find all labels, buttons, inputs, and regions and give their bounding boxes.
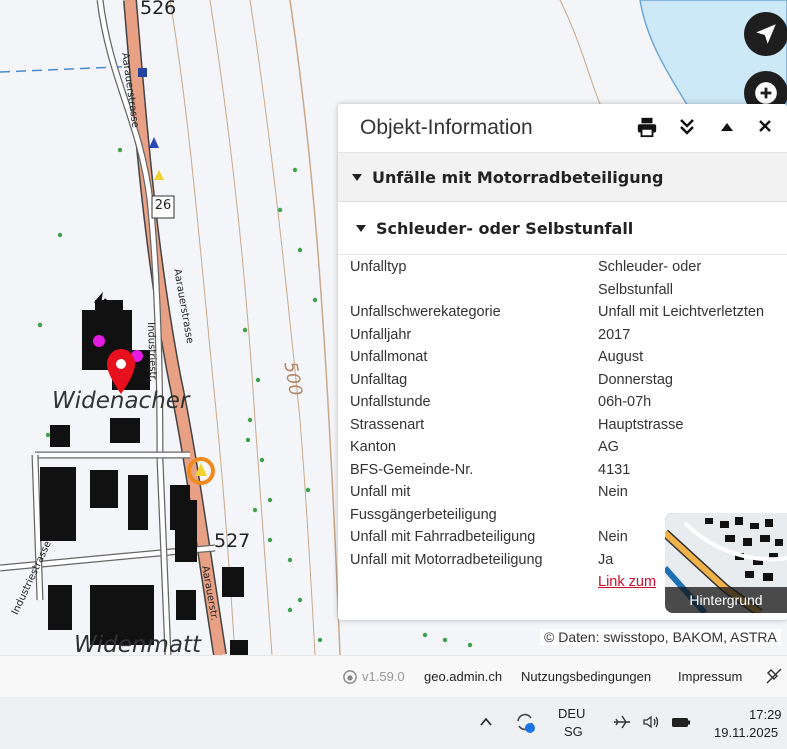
speaker-icon[interactable] (642, 714, 660, 730)
triangle-down-icon (352, 173, 362, 181)
table-row: BFS-Gemeinde-Nr. 4131 (350, 459, 787, 482)
attribute-key: Strassenart (350, 416, 425, 433)
chevron-up-icon[interactable] (480, 717, 492, 727)
attribute-key: BFS-Gemeinde-Nr. (350, 461, 474, 478)
layer-section-header[interactable]: Unfälle mit Motorradbeteiligung (338, 153, 787, 202)
table-row: Unfalljahr 2017 (350, 324, 787, 347)
elevation-label: 527 (214, 530, 251, 552)
attribute-value: Donnerstag (598, 371, 673, 388)
road-label-industriestr: Industriestr. (145, 322, 159, 383)
attribute-key: Unfalltyp (350, 259, 407, 275)
attribute-value: 4131 (598, 461, 631, 478)
panel-title: Objekt-Information (360, 116, 533, 139)
attribute-value: August (598, 349, 644, 365)
table-row: Unfallschwerekategorie Unfall mit Leichtv… (350, 301, 787, 324)
terms-link[interactable]: Nutzungsbedingungen (521, 669, 651, 684)
feature-title: Schleuder- oder Selbstunfall (376, 218, 634, 238)
attribute-key: Unfallstunde (350, 394, 431, 410)
locate-button[interactable] (744, 12, 787, 56)
table-row: Unfallstunde 06h-07h (350, 391, 787, 414)
attribute-key: Unfallschwerekategorie (350, 304, 501, 320)
os-taskbar: DEU SG 17:29 19.11.2025 (0, 697, 787, 749)
layer-section-title: Unfälle mit Motorradbeteiligung (372, 167, 664, 187)
attribute-key: Unfall mit Fahrradbeteiligung (350, 529, 536, 545)
close-icon[interactable] (758, 119, 772, 133)
github-icon[interactable] (343, 670, 357, 684)
double-chevron-down-icon[interactable] (678, 116, 696, 138)
attribute-key: Unfalltag (350, 371, 408, 388)
attribute-key: Kanton (350, 439, 396, 455)
airplane-icon[interactable] (612, 713, 632, 731)
plus-icon (755, 82, 777, 104)
attribute-value: Schleuder- oder Selbstunfall (598, 259, 702, 298)
route-number: 26 (154, 198, 172, 213)
attribute-value: AG (598, 439, 619, 455)
app-version[interactable]: v1.59.0 (362, 669, 405, 684)
elevation-label: 526 (140, 0, 177, 19)
input-language[interactable]: DEU (558, 706, 585, 721)
print-icon[interactable] (636, 116, 658, 138)
imprint-link[interactable]: Impressum (678, 669, 742, 684)
background-switcher-label: Hintergrund (665, 587, 787, 613)
table-row: Unfallmonat August (350, 346, 787, 369)
place-label-widenacher: Widenacher (52, 388, 190, 414)
site-link[interactable]: geo.admin.ch (424, 669, 502, 684)
attribute-key: Unfallmonat (350, 349, 428, 365)
attribute-key: Unfall mit Motorradbeteiligung (350, 551, 543, 568)
clock-date[interactable]: 19.11.2025 (714, 725, 778, 740)
attribute-key: Unfalljahr (350, 326, 412, 343)
attribute-value: 06h-07h (598, 394, 652, 410)
background-switcher[interactable]: Hintergrund (665, 513, 787, 613)
feature-header[interactable]: Schleuder- oder Selbstunfall (338, 202, 787, 255)
attribute-key: Unfall mit Fussgängerbeteiligung (350, 484, 497, 523)
navigation-arrow-icon (756, 24, 776, 44)
input-region[interactable]: SG (564, 724, 583, 739)
table-row: Strassenart Hauptstrasse (350, 414, 787, 437)
app-footer: v1.59.0 geo.admin.ch Nutzungsbedingungen… (0, 655, 787, 698)
clock-time[interactable]: 17:29 (749, 707, 782, 722)
attribute-value: 2017 (598, 326, 631, 343)
place-label-widenmatt: Widenmatt (74, 632, 201, 655)
triangle-down-icon (356, 224, 366, 232)
object-link[interactable]: Link zum (598, 574, 656, 590)
table-row: Unfalltyp Schleuder- oder Selbstunfall (350, 256, 787, 301)
table-row: Kanton AG (350, 436, 787, 459)
sync-icon[interactable] (512, 709, 538, 735)
attribute-value: Unfall mit Leichtverletzten (598, 304, 765, 320)
attribute-value: Hauptstrasse (598, 416, 684, 433)
caret-up-icon[interactable] (720, 122, 734, 132)
table-row: Unfalltag Donnerstag (350, 369, 787, 392)
pin-off-icon[interactable] (766, 668, 782, 684)
battery-icon[interactable] (670, 714, 692, 730)
map-attribution: © Daten: swisstopo, BAKOM, ASTRA (540, 629, 781, 645)
